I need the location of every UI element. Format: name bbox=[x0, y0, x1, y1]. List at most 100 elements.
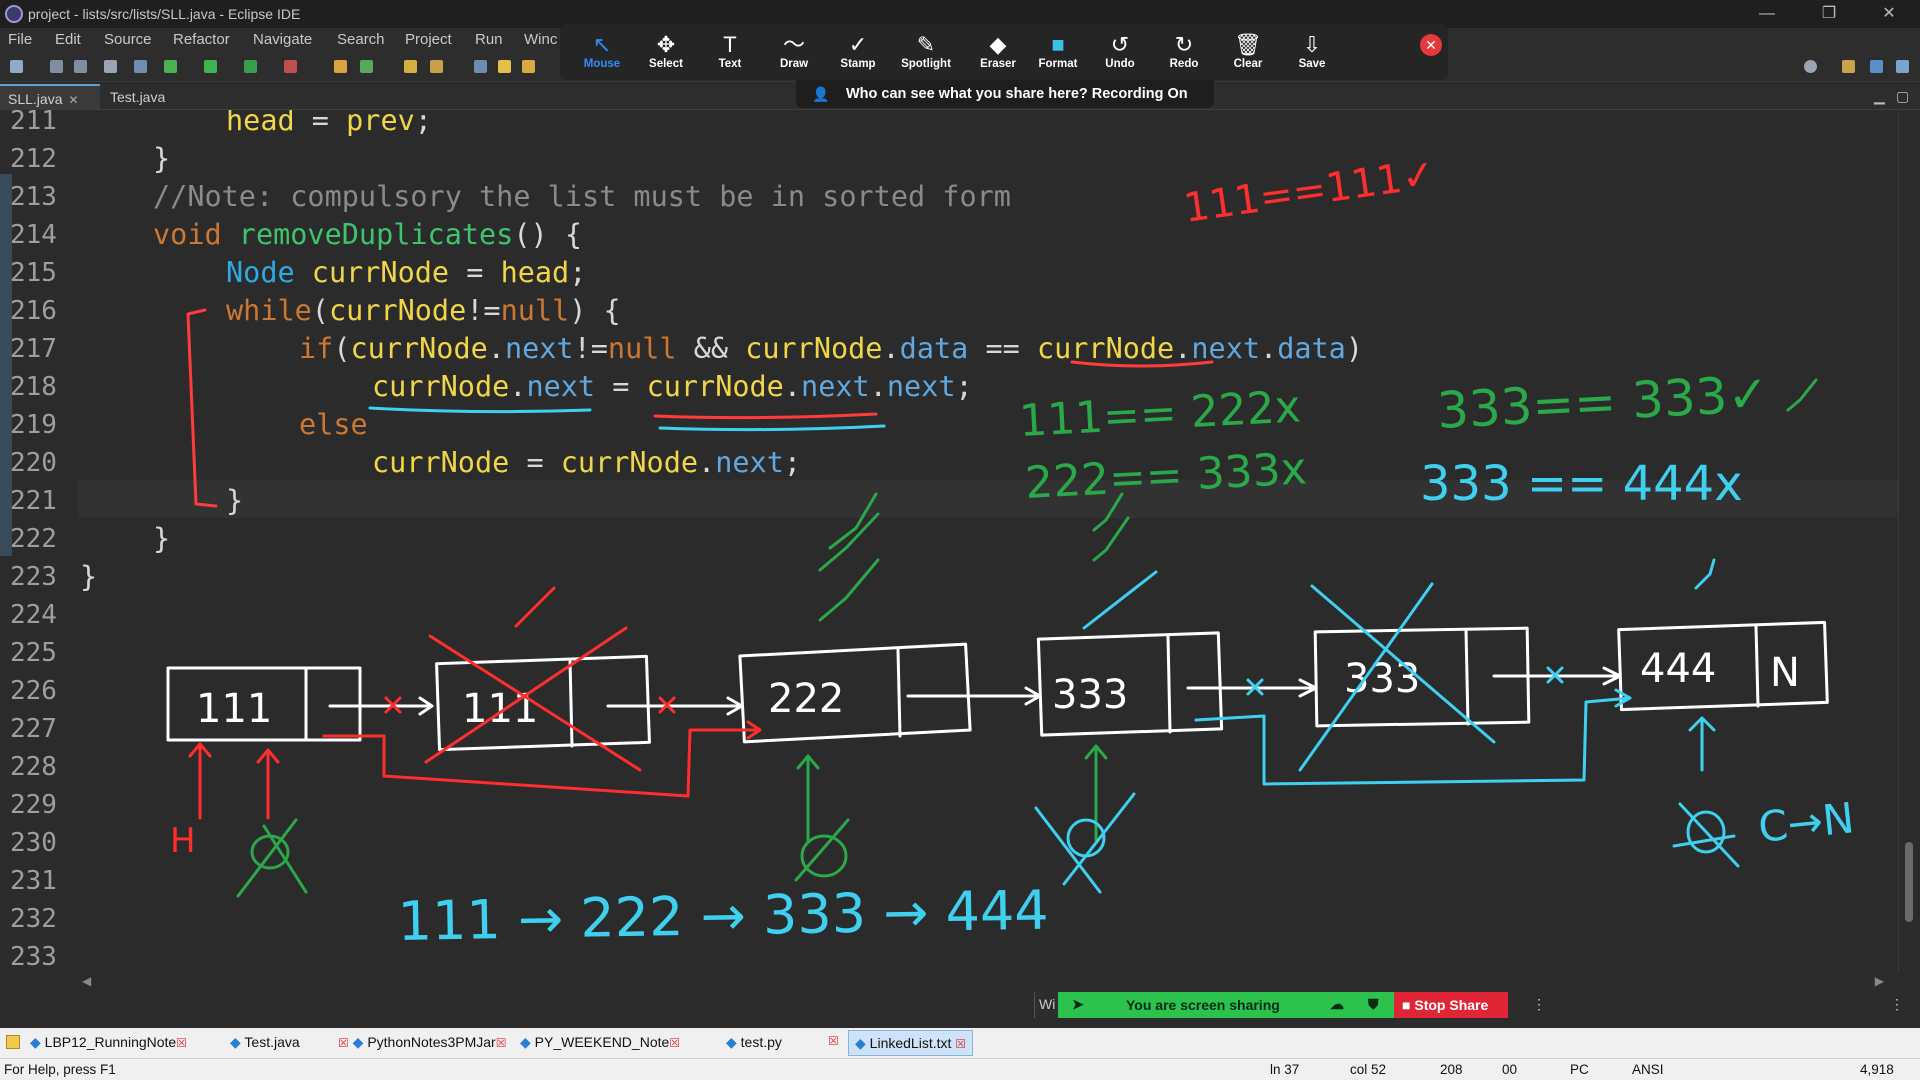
menu-navigate[interactable]: Navigate bbox=[253, 31, 312, 48]
java-perspective-icon[interactable] bbox=[1870, 60, 1883, 73]
close-tab-icon[interactable]: ☒ bbox=[828, 1034, 839, 1048]
annot-tool-clear[interactable]: 🗑 Clear bbox=[1216, 32, 1280, 70]
menu-search[interactable]: Search bbox=[337, 31, 385, 48]
restore-button[interactable]: ❐ bbox=[1806, 2, 1852, 26]
file-tab-6[interactable]: ◆ LinkedList.txt ☒ bbox=[848, 1030, 974, 1056]
line-number: 231 bbox=[10, 866, 57, 896]
menu-window[interactable]: Winc bbox=[524, 31, 557, 48]
minimize-button[interactable]: — bbox=[1744, 2, 1790, 26]
toggle-mark-icon[interactable] bbox=[522, 60, 535, 73]
line-number: 214 bbox=[10, 220, 57, 250]
line-number: 211 bbox=[10, 110, 57, 136]
code-token: currNode bbox=[328, 294, 467, 327]
close-window-button[interactable]: ✕ bbox=[1866, 2, 1912, 26]
annot-tool-text[interactable]: T Text bbox=[698, 32, 762, 70]
new-package-icon[interactable] bbox=[360, 60, 373, 73]
code-token: } bbox=[226, 484, 244, 517]
file-tab-5[interactable]: ◆ test.py bbox=[726, 1034, 782, 1051]
more-options-icon[interactable]: ⋮ bbox=[1532, 996, 1546, 1013]
close-tab-icon[interactable]: ☒ bbox=[669, 1036, 680, 1050]
external-tools-icon[interactable] bbox=[284, 60, 297, 73]
annot-tool-spotlight[interactable]: ✎ Spotlight bbox=[894, 32, 958, 70]
code-token: = bbox=[595, 370, 647, 403]
skip-icon[interactable] bbox=[164, 60, 177, 73]
screen-share-bar: ➤ You are screen sharing ☁ ⛊ ■ Stop Shar… bbox=[1058, 992, 1508, 1018]
debug-icon[interactable] bbox=[134, 60, 147, 73]
maximize-view-icon[interactable]: ▢ bbox=[1896, 88, 1909, 105]
save-icon[interactable] bbox=[50, 60, 63, 73]
scroll-thumb[interactable] bbox=[1905, 842, 1913, 922]
minimize-view-icon[interactable]: ▁ bbox=[1874, 88, 1885, 105]
horizontal-scrollbar[interactable]: ◀ ▶ bbox=[78, 972, 1888, 990]
print-icon[interactable] bbox=[104, 60, 117, 73]
line-number: 224 bbox=[10, 600, 57, 630]
highlight-icon[interactable] bbox=[498, 60, 511, 73]
annot-tool-mouse[interactable]: ↖ Mouse bbox=[570, 32, 634, 70]
close-annotation-button[interactable]: ✕ bbox=[1420, 34, 1442, 56]
code-token: else bbox=[299, 408, 368, 441]
open-perspective-icon[interactable] bbox=[1842, 60, 1855, 73]
eraser-icon: ◆ bbox=[989, 32, 1007, 57]
file-tab-4[interactable]: ◆ PY_WEEKEND_Note☒ bbox=[520, 1034, 680, 1051]
eclipse-logo-icon bbox=[5, 5, 23, 23]
tab-sll-java[interactable]: SLL.java ✕ bbox=[0, 84, 100, 110]
annot-tool-label: Format bbox=[1038, 58, 1078, 70]
search-icon[interactable] bbox=[1804, 60, 1817, 73]
mouse-icon: ↖ bbox=[592, 32, 612, 57]
menu-edit[interactable]: Edit bbox=[55, 31, 81, 48]
file-tab-1[interactable]: ◆ LBP12_RunningNote☒ bbox=[30, 1034, 187, 1051]
vertical-scrollbar[interactable] bbox=[1898, 110, 1920, 972]
annot-tool-stamp[interactable]: ✓ Stamp bbox=[826, 32, 890, 70]
code-token: () { bbox=[513, 218, 582, 251]
file-tab-3[interactable]: ☒ ◆ PythonNotes3PMJar☒ bbox=[338, 1034, 507, 1051]
pin-icon: ➤ bbox=[1072, 996, 1084, 1012]
search-tb-icon[interactable] bbox=[430, 60, 443, 73]
code-token: currNode bbox=[372, 370, 510, 403]
annot-tool-save[interactable]: ⇩ Save bbox=[1280, 32, 1344, 70]
coverage-icon[interactable] bbox=[244, 60, 257, 73]
minimized-window-tab[interactable]: Wi bbox=[1034, 992, 1060, 1018]
file-tab-2[interactable]: ◆ Test.java bbox=[230, 1034, 300, 1051]
recording-notice-bar[interactable]: 👤 Who can see what you share here? Recor… bbox=[796, 80, 1214, 108]
line-number: 220 bbox=[10, 448, 57, 478]
scroll-right-icon[interactable]: ▶ bbox=[1875, 974, 1884, 988]
code-token: next bbox=[801, 370, 870, 403]
menu-file[interactable]: File bbox=[8, 31, 32, 48]
cloud-icon: ☁ bbox=[1330, 996, 1344, 1012]
save-all-icon[interactable] bbox=[74, 60, 87, 73]
close-tab-icon[interactable]: ✕ bbox=[68, 93, 78, 107]
line-number: 226 bbox=[10, 676, 57, 706]
annot-tool-redo[interactable]: ↻ Redo bbox=[1152, 32, 1216, 70]
code-token: . bbox=[1174, 332, 1192, 365]
close-tab-icon[interactable]: ☒ bbox=[496, 1036, 507, 1050]
annot-tool-draw[interactable]: 〜 Draw bbox=[762, 32, 826, 70]
annot-tool-format[interactable]: ■ Format bbox=[1026, 32, 1090, 70]
annot-tool-eraser[interactable]: ◆ Eraser bbox=[966, 32, 1030, 70]
new-icon[interactable] bbox=[10, 60, 23, 73]
menu-refactor[interactable]: Refactor bbox=[173, 31, 230, 48]
current-line-highlight bbox=[78, 480, 1898, 518]
stop-share-button[interactable]: ■ Stop Share bbox=[1394, 992, 1508, 1018]
scroll-left-icon[interactable]: ◀ bbox=[82, 974, 91, 988]
code-editor[interactable]: 211 212 213 214 215 216 217 218 219 220 221 222 223 2… bbox=[0, 110, 1898, 972]
share-status[interactable]: ➤ You are screen sharing ☁ ⛊ bbox=[1058, 992, 1398, 1018]
window-title: project - lists/src/lists/SLL.java - Ecl… bbox=[28, 6, 301, 22]
status-line: ln 37 bbox=[1270, 1062, 1300, 1077]
close-tab-icon[interactable]: ☒ bbox=[955, 1037, 966, 1051]
menu-source[interactable]: Source bbox=[104, 31, 152, 48]
close-tab-icon[interactable]: ☒ bbox=[176, 1036, 187, 1050]
overflow-icon[interactable]: ⋮ bbox=[1890, 996, 1904, 1013]
annot-tool-select[interactable]: ✥ Select bbox=[634, 32, 698, 70]
code-token: currNode bbox=[646, 370, 784, 403]
tab-test-java[interactable]: Test.java bbox=[102, 84, 202, 110]
run-icon[interactable] bbox=[204, 60, 217, 73]
menu-run[interactable]: Run bbox=[475, 31, 503, 48]
code-token: && bbox=[676, 332, 746, 365]
debug-perspective-icon[interactable] bbox=[1896, 60, 1909, 73]
annot-tool-undo[interactable]: ↺ Undo bbox=[1088, 32, 1152, 70]
new-java-project-icon[interactable] bbox=[334, 60, 347, 73]
annot-tool-label: Save bbox=[1298, 58, 1326, 70]
menu-project[interactable]: Project bbox=[405, 31, 452, 48]
open-type-icon[interactable] bbox=[404, 60, 417, 73]
annotation-icon[interactable] bbox=[474, 60, 487, 73]
